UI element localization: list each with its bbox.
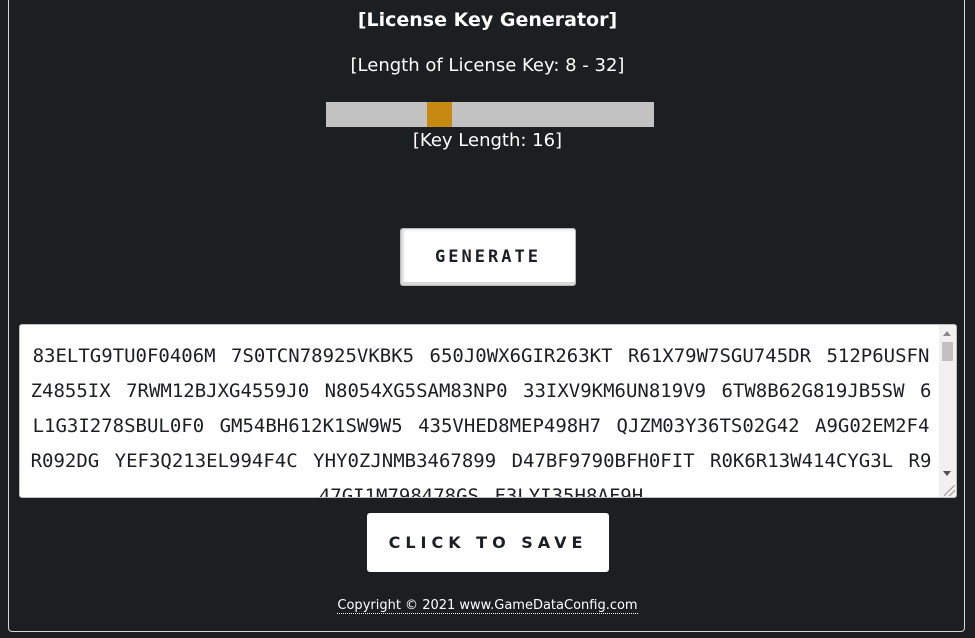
scroll-up-arrow-icon[interactable]: [943, 331, 951, 336]
scroll-thumb[interactable]: [942, 342, 953, 361]
page-title: [License Key Generator]: [357, 9, 618, 31]
license-keys-text: 83ELTG9TU0F0406M 7S0TCN78925VKBK5 650J0W…: [30, 345, 932, 498]
copyright-text: Copyright © 2021 www.GameDataConfig.com: [337, 598, 638, 614]
generate-button[interactable]: GENERATE: [400, 228, 576, 286]
scroll-down-arrow-icon[interactable]: [943, 471, 951, 476]
key-length-readout: [Key Length: 16]: [412, 130, 563, 151]
copyright-footer: Copyright © 2021 www.GameDataConfig.com: [0, 598, 975, 614]
length-range-label: [Length of License Key: 8 - 32]: [350, 55, 625, 76]
resize-grip-icon[interactable]: [944, 485, 955, 496]
slider-thumb[interactable]: [427, 102, 452, 127]
textarea-scrollbar[interactable]: [939, 325, 956, 497]
license-keys-textarea[interactable]: 83ELTG9TU0F0406M 7S0TCN78925VKBK5 650J0W…: [19, 324, 957, 498]
key-length-slider[interactable]: [326, 102, 654, 127]
save-button[interactable]: CLICK TO SAVE: [367, 513, 609, 572]
